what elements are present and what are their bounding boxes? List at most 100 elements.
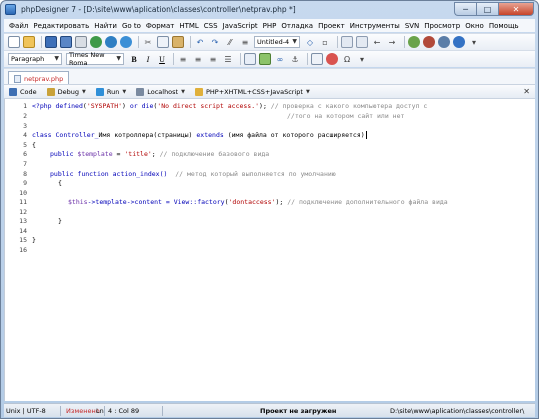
chevron-down-icon: ▼ xyxy=(116,55,121,62)
color-picker-icon[interactable] xyxy=(326,53,338,65)
code-area[interactable]: <?php defined('SYSPATH') or die('No dire… xyxy=(30,99,530,401)
comment-icon[interactable]: ⁄⁄ xyxy=(224,36,236,48)
menu-php[interactable]: PHP xyxy=(263,22,277,30)
chevron-down-icon[interactable]: ▾ xyxy=(356,53,368,65)
bold-button[interactable]: B xyxy=(128,53,140,65)
main-toolbar: ✂ ↶ ↷ ⁄⁄ ≡ Untitled-4 ▼ ◇ ▫ ← → ▾ xyxy=(4,33,535,50)
localhost-button[interactable]: Localhost ▼ xyxy=(136,87,185,96)
debug-icon[interactable] xyxy=(423,36,435,48)
toolbar-separator xyxy=(307,53,308,65)
close-tab-button[interactable]: ✕ xyxy=(523,87,530,96)
paste-icon[interactable] xyxy=(172,36,184,48)
menu-window[interactable]: Окно xyxy=(465,22,484,30)
code-token: ->template-> xyxy=(87,198,135,206)
copy-icon[interactable] xyxy=(157,36,169,48)
code-token: factory xyxy=(197,198,225,206)
run-icon[interactable] xyxy=(408,36,420,48)
menu-debug[interactable]: Отладка xyxy=(281,22,313,30)
code-line-11: $this->template->content = View::factory… xyxy=(68,198,448,206)
globe-icon[interactable] xyxy=(90,36,102,48)
menu-find[interactable]: Найти xyxy=(94,22,117,30)
menu-view[interactable]: Просмотр xyxy=(424,22,460,30)
menu-format[interactable]: Формат xyxy=(146,22,174,30)
settings-icon[interactable] xyxy=(438,36,450,48)
tab-label: netprav.php xyxy=(24,74,64,83)
indent-icon[interactable]: ≡ xyxy=(239,36,251,48)
italic-button[interactable]: I xyxy=(142,53,154,65)
link-icon[interactable]: ∞ xyxy=(274,53,286,65)
close-button[interactable]: ✕ xyxy=(498,2,534,16)
maximize-button[interactable]: □ xyxy=(476,2,498,16)
debug-mode-label: Debug xyxy=(57,87,80,96)
line-number: 3 xyxy=(23,122,27,130)
menu-file[interactable]: Файл xyxy=(9,22,28,30)
form-icon[interactable] xyxy=(311,53,323,65)
menu-project[interactable]: Проект xyxy=(318,22,345,30)
mode-bar: Code Debug ▼ Run ▼ Localhost ▼ PHP+XHTML… xyxy=(4,84,535,99)
globe-upload-icon[interactable] xyxy=(105,36,117,48)
help-icon[interactable] xyxy=(453,36,465,48)
save-icon[interactable] xyxy=(45,36,57,48)
toolbar-separator xyxy=(337,36,338,48)
code-token: Controller_ xyxy=(51,131,99,139)
code-token: 'No direct script access.' xyxy=(157,102,260,110)
menu-html[interactable]: HTML xyxy=(179,22,198,30)
new-file-icon[interactable] xyxy=(8,36,20,48)
run-mode-button[interactable]: Run ▼ xyxy=(95,87,126,96)
print-icon[interactable] xyxy=(75,36,87,48)
minimize-button[interactable]: ─ xyxy=(454,2,476,16)
cut-icon[interactable]: ✂ xyxy=(142,36,154,48)
tab-netprav[interactable]: netprav.php xyxy=(8,71,70,85)
chevron-down-icon[interactable]: ▾ xyxy=(468,36,480,48)
list-icon[interactable]: ☰ xyxy=(222,53,234,65)
arrow-right-icon[interactable]: → xyxy=(386,36,398,48)
code-comment: // подключение базового вида xyxy=(159,150,270,158)
line-number: 9 xyxy=(23,179,27,187)
menu-goto[interactable]: Go to xyxy=(122,22,141,30)
code-mode-button[interactable]: Code xyxy=(9,87,37,96)
menu-svn[interactable]: SVN xyxy=(405,22,419,30)
code-line-1: <?php defined('SYSPATH') or die('No dire… xyxy=(32,102,427,110)
preview-icon[interactable] xyxy=(120,36,132,48)
underline-button[interactable]: U xyxy=(156,53,168,65)
toolbar-separator xyxy=(404,36,405,48)
bookmark-icon[interactable]: ▫ xyxy=(319,36,331,48)
table-icon[interactable] xyxy=(244,53,256,65)
tag-icon[interactable]: ◇ xyxy=(304,36,316,48)
file-encoding-select[interactable]: Untitled-4 ▼ xyxy=(254,36,300,48)
align-right-icon[interactable]: ≡ xyxy=(207,53,219,65)
line-number: 11 xyxy=(19,198,27,206)
line-number: 7 xyxy=(23,160,27,168)
save-all-icon[interactable] xyxy=(60,36,72,48)
align-left-icon[interactable]: ≡ xyxy=(177,53,189,65)
code-token: { xyxy=(58,179,62,187)
menu-edit[interactable]: Редактировать xyxy=(33,22,89,30)
syntax-select[interactable]: PHP+XHTML+CSS+JavaScript ▼ xyxy=(194,87,310,96)
code-token: public xyxy=(50,150,74,158)
paragraph-select[interactable]: Paragraph ▼ xyxy=(8,53,62,65)
anchor-icon[interactable]: ⚓ xyxy=(289,53,301,65)
align-center-icon[interactable]: ≡ xyxy=(192,53,204,65)
debug-mode-button[interactable]: Debug ▼ xyxy=(46,87,86,96)
code-line-9: { xyxy=(58,179,62,187)
menu-help[interactable]: Помощь xyxy=(489,22,519,30)
undo-icon[interactable]: ↶ xyxy=(194,36,206,48)
line-number: 10 xyxy=(19,189,27,197)
code-token: $template xyxy=(77,150,113,158)
code-mode-label: Code xyxy=(20,87,37,96)
menu-css[interactable]: CSS xyxy=(204,22,218,30)
special-chars-icon[interactable]: Ω xyxy=(341,53,353,65)
redo-icon[interactable]: ↷ xyxy=(209,36,221,48)
status-bar: Unix | UTF-8 Изменено Ln 4 : Col 89 Прое… xyxy=(4,403,535,417)
line-number: 5 xyxy=(23,141,27,149)
arrow-left-icon[interactable]: ← xyxy=(371,36,383,48)
unfold-icon[interactable] xyxy=(356,36,368,48)
menu-javascript[interactable]: JavaScript xyxy=(223,22,258,30)
image-icon[interactable] xyxy=(259,53,271,65)
font-select[interactable]: Times New Roma ▼ xyxy=(66,51,124,67)
fold-icon[interactable] xyxy=(341,36,353,48)
code-editor[interactable]: 1 2 3 4 5 6 7 8 9 10 11 12 13 14 15 16 <… xyxy=(4,99,535,401)
menu-tools[interactable]: Инструменты xyxy=(350,22,400,30)
status-path: D:\site\www\aplication\classes\controlle… xyxy=(390,407,525,415)
open-folder-icon[interactable] xyxy=(23,36,35,48)
